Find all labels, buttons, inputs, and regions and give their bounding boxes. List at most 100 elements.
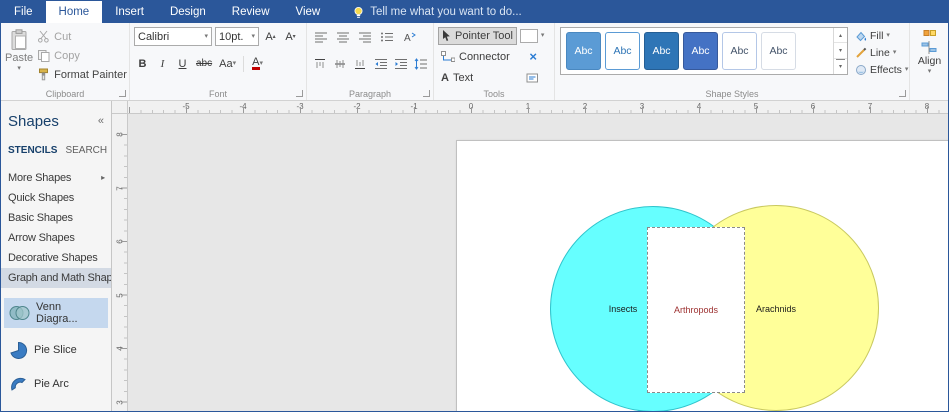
grow-font-button[interactable]: A ▴ bbox=[262, 28, 279, 46]
hruler-number: -1 bbox=[410, 102, 418, 111]
shape-styles-dialog-launcher[interactable] bbox=[899, 90, 906, 97]
align-right-button[interactable] bbox=[355, 28, 374, 46]
gallery-scroll-down-icon[interactable]: ▾ bbox=[834, 43, 847, 59]
text-block-tool-icon[interactable] bbox=[526, 72, 539, 84]
style-tile-4[interactable]: Abc bbox=[683, 32, 718, 70]
stencil-master-list: Venn Diagra... Pie Slice Pie Arc bbox=[1, 298, 111, 396]
connector-tool-button[interactable]: Connector bbox=[438, 48, 513, 66]
cut-icon bbox=[38, 30, 49, 43]
shrink-font-button[interactable]: A ▾ bbox=[282, 28, 299, 46]
fill-button[interactable]: Fill ▾ bbox=[855, 28, 909, 43]
bullets-button[interactable] bbox=[377, 28, 396, 46]
tab-design[interactable]: Design bbox=[157, 1, 219, 23]
style-tile-2[interactable]: Abc bbox=[605, 32, 640, 70]
pie-arc-icon bbox=[11, 377, 26, 391]
category-decorative-shapes[interactable]: Decorative Shapes bbox=[1, 248, 111, 268]
line-button[interactable]: Line ▾ bbox=[855, 45, 909, 60]
tab-insert[interactable]: Insert bbox=[102, 1, 157, 23]
pointer-icon bbox=[443, 29, 450, 41]
stencil-pie-arc[interactable]: Pie Arc bbox=[4, 372, 108, 396]
font-dialog-launcher[interactable] bbox=[296, 90, 303, 97]
tab-home[interactable]: Home bbox=[45, 1, 103, 23]
style-tile-5[interactable]: Abc bbox=[722, 32, 757, 70]
line-spacing-button[interactable] bbox=[413, 55, 430, 73]
paste-button[interactable]: Paste ▾ bbox=[5, 26, 33, 86]
change-case-dropdown-icon: ▾ bbox=[232, 60, 237, 67]
style-tile-1[interactable]: Abc bbox=[566, 32, 601, 70]
decrease-indent-button[interactable] bbox=[372, 55, 389, 73]
stencil-venn-diagram[interactable]: Venn Diagra... bbox=[4, 298, 108, 328]
vruler-number: 4 bbox=[115, 346, 125, 351]
stencil-venn-label: Venn Diagra... bbox=[36, 301, 78, 325]
align-dropdown-icon: ▾ bbox=[927, 68, 932, 75]
text-direction-button[interactable]: A bbox=[399, 28, 418, 46]
increase-indent-button[interactable] bbox=[392, 55, 409, 73]
category-quick-shapes[interactable]: Quick Shapes bbox=[1, 188, 111, 208]
font-color-label: A bbox=[252, 56, 260, 70]
format-painter-button[interactable]: Format Painter bbox=[37, 66, 127, 83]
cut-button[interactable]: Cut bbox=[37, 28, 127, 45]
tab-stencils[interactable]: STENCILS bbox=[8, 145, 57, 156]
gallery-scroll-up-icon[interactable]: ▴ bbox=[834, 28, 847, 44]
paragraph-dialog-launcher[interactable] bbox=[423, 90, 430, 97]
style-tile-3[interactable]: Abc bbox=[644, 32, 679, 70]
shapes-panel: Shapes « STENCILS SEARCH More Shapes ▸ Qu… bbox=[1, 101, 112, 411]
connection-point-tool-icon[interactable]: × bbox=[529, 50, 537, 63]
effects-label: Effects bbox=[870, 63, 902, 76]
font-color-button[interactable]: A ▾ bbox=[249, 55, 266, 73]
change-case-label: Aa bbox=[219, 57, 233, 70]
vertical-ruler: 8 7 6 5 4 3 bbox=[112, 114, 128, 411]
font-size-combo[interactable]: 10pt. ▾ bbox=[215, 27, 259, 46]
align-bottom-button[interactable] bbox=[352, 55, 369, 73]
tab-search[interactable]: SEARCH bbox=[65, 145, 107, 156]
font-family-combo[interactable]: Calibri ▾ bbox=[134, 27, 212, 46]
collapse-panel-button[interactable]: « bbox=[98, 115, 104, 127]
position-icon[interactable] bbox=[923, 28, 937, 39]
category-more-shapes[interactable]: More Shapes ▸ bbox=[1, 168, 111, 188]
ruler-corner bbox=[112, 101, 128, 114]
copy-button[interactable]: Copy bbox=[37, 47, 127, 64]
font-color-dropdown-icon: ▾ bbox=[259, 60, 264, 67]
align-top-button[interactable] bbox=[311, 55, 328, 73]
align-center-button[interactable] bbox=[333, 28, 352, 46]
pointer-tool-button[interactable]: Pointer Tool bbox=[438, 26, 517, 45]
tell-me-box[interactable]: Tell me what you want to do... bbox=[353, 1, 522, 23]
tab-review[interactable]: Review bbox=[219, 1, 283, 23]
stencil-pie-slice[interactable]: Pie Slice bbox=[4, 338, 108, 362]
hruler-number: -3 bbox=[296, 102, 304, 111]
effects-icon bbox=[856, 64, 866, 75]
pie-slice-icon bbox=[10, 341, 28, 359]
tools-group: Pointer Tool ▾ Connector × A Text Tools bbox=[434, 23, 555, 100]
bold-button[interactable]: B bbox=[134, 55, 151, 73]
category-graph-math-shapes[interactable]: Graph and Math Shap... bbox=[1, 268, 111, 288]
text-tool-label: Text bbox=[452, 71, 474, 84]
gallery-more-icon[interactable]: ▾ bbox=[836, 58, 845, 74]
align-left-button[interactable] bbox=[311, 28, 330, 46]
font-group-label: Font bbox=[208, 89, 227, 99]
hruler-number: 1 bbox=[525, 102, 531, 111]
hruler-number: -2 bbox=[353, 102, 361, 111]
align-middle-button[interactable] bbox=[331, 55, 348, 73]
effects-button[interactable]: Effects ▾ bbox=[855, 62, 909, 77]
drawing-canvas[interactable]: Arthropods Insects Arachnids bbox=[128, 114, 948, 411]
change-case-button[interactable]: Aa ▾ bbox=[217, 55, 238, 73]
gallery-scroll-controls: ▴ ▾ ▾ bbox=[833, 28, 847, 74]
paragraph-group-label: Paragraph bbox=[348, 89, 392, 99]
quick-fill-swatch[interactable] bbox=[519, 28, 538, 43]
fill-icon bbox=[856, 31, 867, 41]
vruler-number: 7 bbox=[115, 186, 125, 191]
strikethrough-button[interactable]: abc bbox=[194, 55, 214, 73]
category-arrow-shapes[interactable]: Arrow Shapes bbox=[1, 228, 111, 248]
text-tool-button[interactable]: A Text bbox=[438, 69, 476, 87]
align-button[interactable]: Align ▾ bbox=[918, 41, 941, 75]
clipboard-dialog-launcher[interactable] bbox=[119, 90, 126, 97]
tab-view[interactable]: View bbox=[283, 1, 334, 23]
style-tile-6[interactable]: Abc bbox=[761, 32, 796, 70]
ribbon: Paste ▾ Cut Copy Format Painter Clipboar… bbox=[1, 23, 948, 101]
category-basic-shapes[interactable]: Basic Shapes bbox=[1, 208, 111, 228]
underline-button[interactable]: U bbox=[174, 55, 191, 73]
connector-label: Connector bbox=[459, 50, 510, 63]
tab-file[interactable]: File bbox=[1, 1, 46, 23]
italic-button[interactable]: I bbox=[154, 55, 171, 73]
venn-center-rect[interactable]: Arthropods bbox=[647, 227, 745, 393]
